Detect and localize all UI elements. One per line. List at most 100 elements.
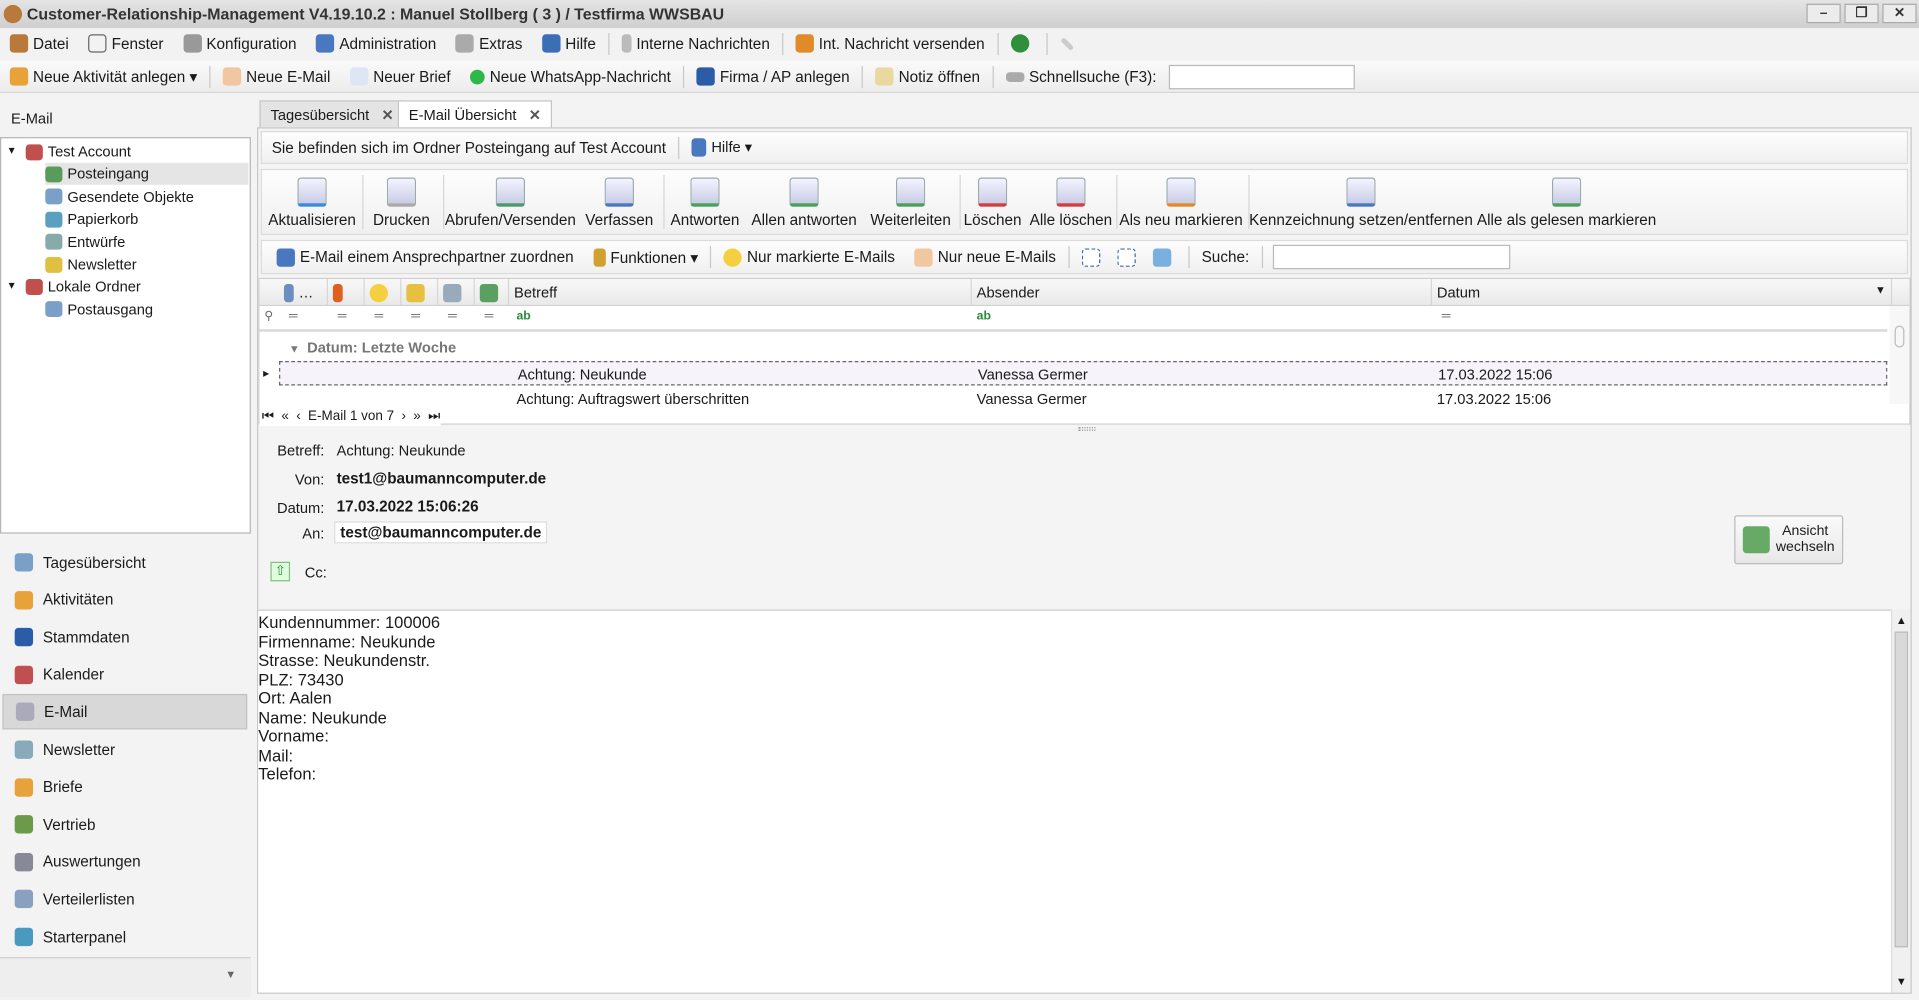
scroll-down-icon[interactable]: ▼ <box>1892 975 1910 987</box>
new-email-button[interactable]: Neue E-Mail <box>213 61 340 92</box>
menu-administration[interactable]: Administration <box>306 28 446 59</box>
expand-icon[interactable]: ▾ <box>9 141 26 163</box>
nav-item-e-mail[interactable]: E-Mail <box>2 694 248 730</box>
next-page-button[interactable]: › <box>401 409 405 426</box>
scroll-thumb[interactable] <box>1894 631 1909 948</box>
ribbon-weiterleiten-button[interactable]: Weiterleiten <box>864 170 957 234</box>
menu-fenster[interactable]: Fenster <box>79 28 174 59</box>
tree-item[interactable]: ▾ Test Account <box>9 141 249 163</box>
help-dropdown[interactable]: Hilfe ▾ <box>691 138 752 157</box>
new-whatsapp-button[interactable]: Neue WhatsApp-Nachricht <box>460 61 680 92</box>
new-activity-button[interactable]: Neue Aktivität anlegen ▾ <box>0 61 207 92</box>
menu-datei[interactable]: Datei <box>0 28 79 59</box>
tree-item[interactable]: ▾ Lokale Ordner <box>9 276 249 298</box>
nav-item-aktivit-ten[interactable]: Aktivitäten <box>2 582 247 617</box>
ribbon-l-schen-button[interactable]: Löschen <box>962 170 1023 234</box>
menu-extras[interactable]: Extras <box>446 28 532 59</box>
star-column[interactable] <box>365 279 402 306</box>
group-row[interactable]: ▼ Datum: Letzte Woche <box>279 335 456 359</box>
email-body[interactable]: Kundennummer: 100006 Firmenname: Neukunde… <box>258 609 1893 993</box>
close-button[interactable]: ✕ <box>1882 3 1917 24</box>
forward-column[interactable] <box>475 279 510 306</box>
tree-item[interactable]: Gesendete Objekte <box>45 186 248 208</box>
nav-item-starterpanel[interactable]: Starterpanel <box>2 919 247 954</box>
scroll-thumb[interactable] <box>1894 325 1905 348</box>
nav-item-vertrieb[interactable]: Vertrieb <box>2 807 247 842</box>
menu-hilfe[interactable]: Hilfe <box>532 28 605 59</box>
first-page-button[interactable]: ⏮ <box>262 409 274 426</box>
calendar-button[interactable] <box>1143 241 1186 273</box>
collapse-icon[interactable]: ▼ <box>289 343 300 355</box>
nav-item-stammdaten[interactable]: Stammdaten <box>2 620 247 655</box>
tree-item[interactable]: Newsletter <box>45 253 248 275</box>
grid-scrollbar[interactable] <box>1889 305 1910 404</box>
table-row[interactable]: ▸ Achtung: Neukunde Vanessa Germer 17.03.20… <box>263 361 1888 386</box>
user-button[interactable] <box>1001 28 1044 59</box>
prev-page-fast-button[interactable]: « <box>281 409 288 426</box>
body-scrollbar[interactable]: ▲ ▼ <box>1890 609 1911 993</box>
ribbon-aktualisieren-button[interactable]: Aktualisieren <box>264 170 359 234</box>
nav-item-newsletter[interactable]: Newsletter <box>2 732 247 767</box>
export-button[interactable] <box>1115 241 1143 273</box>
tree-item[interactable]: Postausgang <box>45 298 248 320</box>
read-column[interactable] <box>401 279 439 306</box>
copy-column[interactable] <box>438 279 475 306</box>
ribbon-antworten-button[interactable]: Antworten <box>666 170 744 234</box>
nav-item-verteilerlisten[interactable]: Verteilerlisten <box>2 882 247 917</box>
search-input[interactable] <box>1272 244 1510 270</box>
column-betreff[interactable]: Betreff <box>509 279 972 306</box>
new-company-button[interactable]: Firma / AP anlegen <box>687 61 860 92</box>
ribbon-abrufen-versenden-button[interactable]: Abrufen/Versenden <box>445 170 576 234</box>
new-letter-button[interactable]: Neuer Brief <box>340 61 460 92</box>
tab-tagesuebersicht[interactable]: Tagesübersicht ✕ <box>259 100 405 129</box>
import-button[interactable] <box>1072 241 1115 273</box>
ribbon-allen-antworten-button[interactable]: Allen antworten <box>749 170 859 234</box>
functions-dropdown[interactable]: Funktionen ▾ <box>583 241 707 273</box>
ribbon-alle-l-schen-button[interactable]: Alle löschen <box>1028 170 1114 234</box>
column-absender[interactable]: Absender <box>972 279 1432 306</box>
tab-email-uebersicht[interactable]: E-Mail Übersicht ✕ <box>397 100 553 129</box>
menu-interne-nachrichten[interactable]: Interne Nachrichten <box>612 28 780 59</box>
tree-item[interactable]: Posteingang <box>45 163 249 186</box>
nav-item-briefe[interactable]: Briefe <box>2 769 247 804</box>
filter-row[interactable]: ⚲ ═ ═ ═ ═ ═ ═ ab ab ═ <box>259 306 1888 332</box>
nav-item-kalender[interactable]: Kalender <box>2 657 247 692</box>
ribbon-drucken-button[interactable]: Drucken <box>365 170 438 234</box>
ribbon-verfassen-button[interactable]: Verfassen <box>580 170 658 234</box>
menu-int-nachricht-versenden[interactable]: Int. Nachricht versenden <box>786 28 995 59</box>
settings-button[interactable] <box>1049 28 1088 59</box>
to-value[interactable]: test@baumanncomputer.de <box>334 521 548 544</box>
prev-page-button[interactable]: ‹ <box>296 409 300 426</box>
restore-button[interactable]: ❐ <box>1844 3 1879 24</box>
ribbon-kennzeichnung-setzen-entfernen-button[interactable]: Kennzeichnung setzen/entfernen <box>1249 170 1473 234</box>
scroll-up-icon[interactable]: ▲ <box>1892 614 1910 626</box>
attachment-column[interactable]: … <box>279 279 329 306</box>
only-new-toggle[interactable]: Nur neue E-Mails <box>905 241 1066 273</box>
open-note-button[interactable]: Notiz öffnen <box>866 61 990 92</box>
ribbon-alle-als-gelesen-markieren-button[interactable]: Alle als gelesen markieren <box>1477 170 1656 234</box>
menu-konfiguration[interactable]: Konfiguration <box>173 28 306 59</box>
nav-item-tages-bersicht[interactable]: Tagesübersicht <box>2 545 247 580</box>
tree-item[interactable]: Entwürfe <box>45 231 248 253</box>
expand-cc-button[interactable]: ⇧ <box>270 561 291 582</box>
next-page-fast-button[interactable]: » <box>413 409 420 426</box>
quick-search-input[interactable] <box>1168 64 1355 89</box>
assign-contact-button[interactable]: E-Mail einem Ansprechpartner zuordnen <box>267 241 584 273</box>
sort-dropdown-icon[interactable]: ▼ <box>1875 284 1886 296</box>
flag-column[interactable] <box>328 279 365 306</box>
ribbon-als-neu-markieren-button[interactable]: Als neu markieren <box>1119 170 1244 234</box>
switch-view-button[interactable]: Ansicht wechseln <box>1734 515 1844 565</box>
close-tab-icon[interactable]: ✕ <box>529 106 541 123</box>
ribbon: Aktualisieren Drucken Abrufen/Versenden Ver… <box>260 168 1909 235</box>
splitter-handle[interactable] <box>1078 427 1096 431</box>
table-row[interactable]: Achtung: Auftragswert überschritten Vanes… <box>279 386 1887 410</box>
minimize-button[interactable]: – <box>1806 3 1841 24</box>
tree-item[interactable]: Papierkorb <box>45 208 248 230</box>
nav-item-auswertungen[interactable]: Auswertungen <box>2 844 247 879</box>
only-marked-toggle[interactable]: Nur markierte E-Mails <box>714 241 905 273</box>
last-page-button[interactable]: ⏭ <box>428 409 440 426</box>
expand-icon[interactable]: ▾ <box>9 276 26 298</box>
column-datum[interactable]: Datum <box>1432 279 1893 306</box>
nav-expand-button[interactable]: ▼ <box>0 957 251 998</box>
close-tab-icon[interactable]: ✕ <box>382 106 394 123</box>
